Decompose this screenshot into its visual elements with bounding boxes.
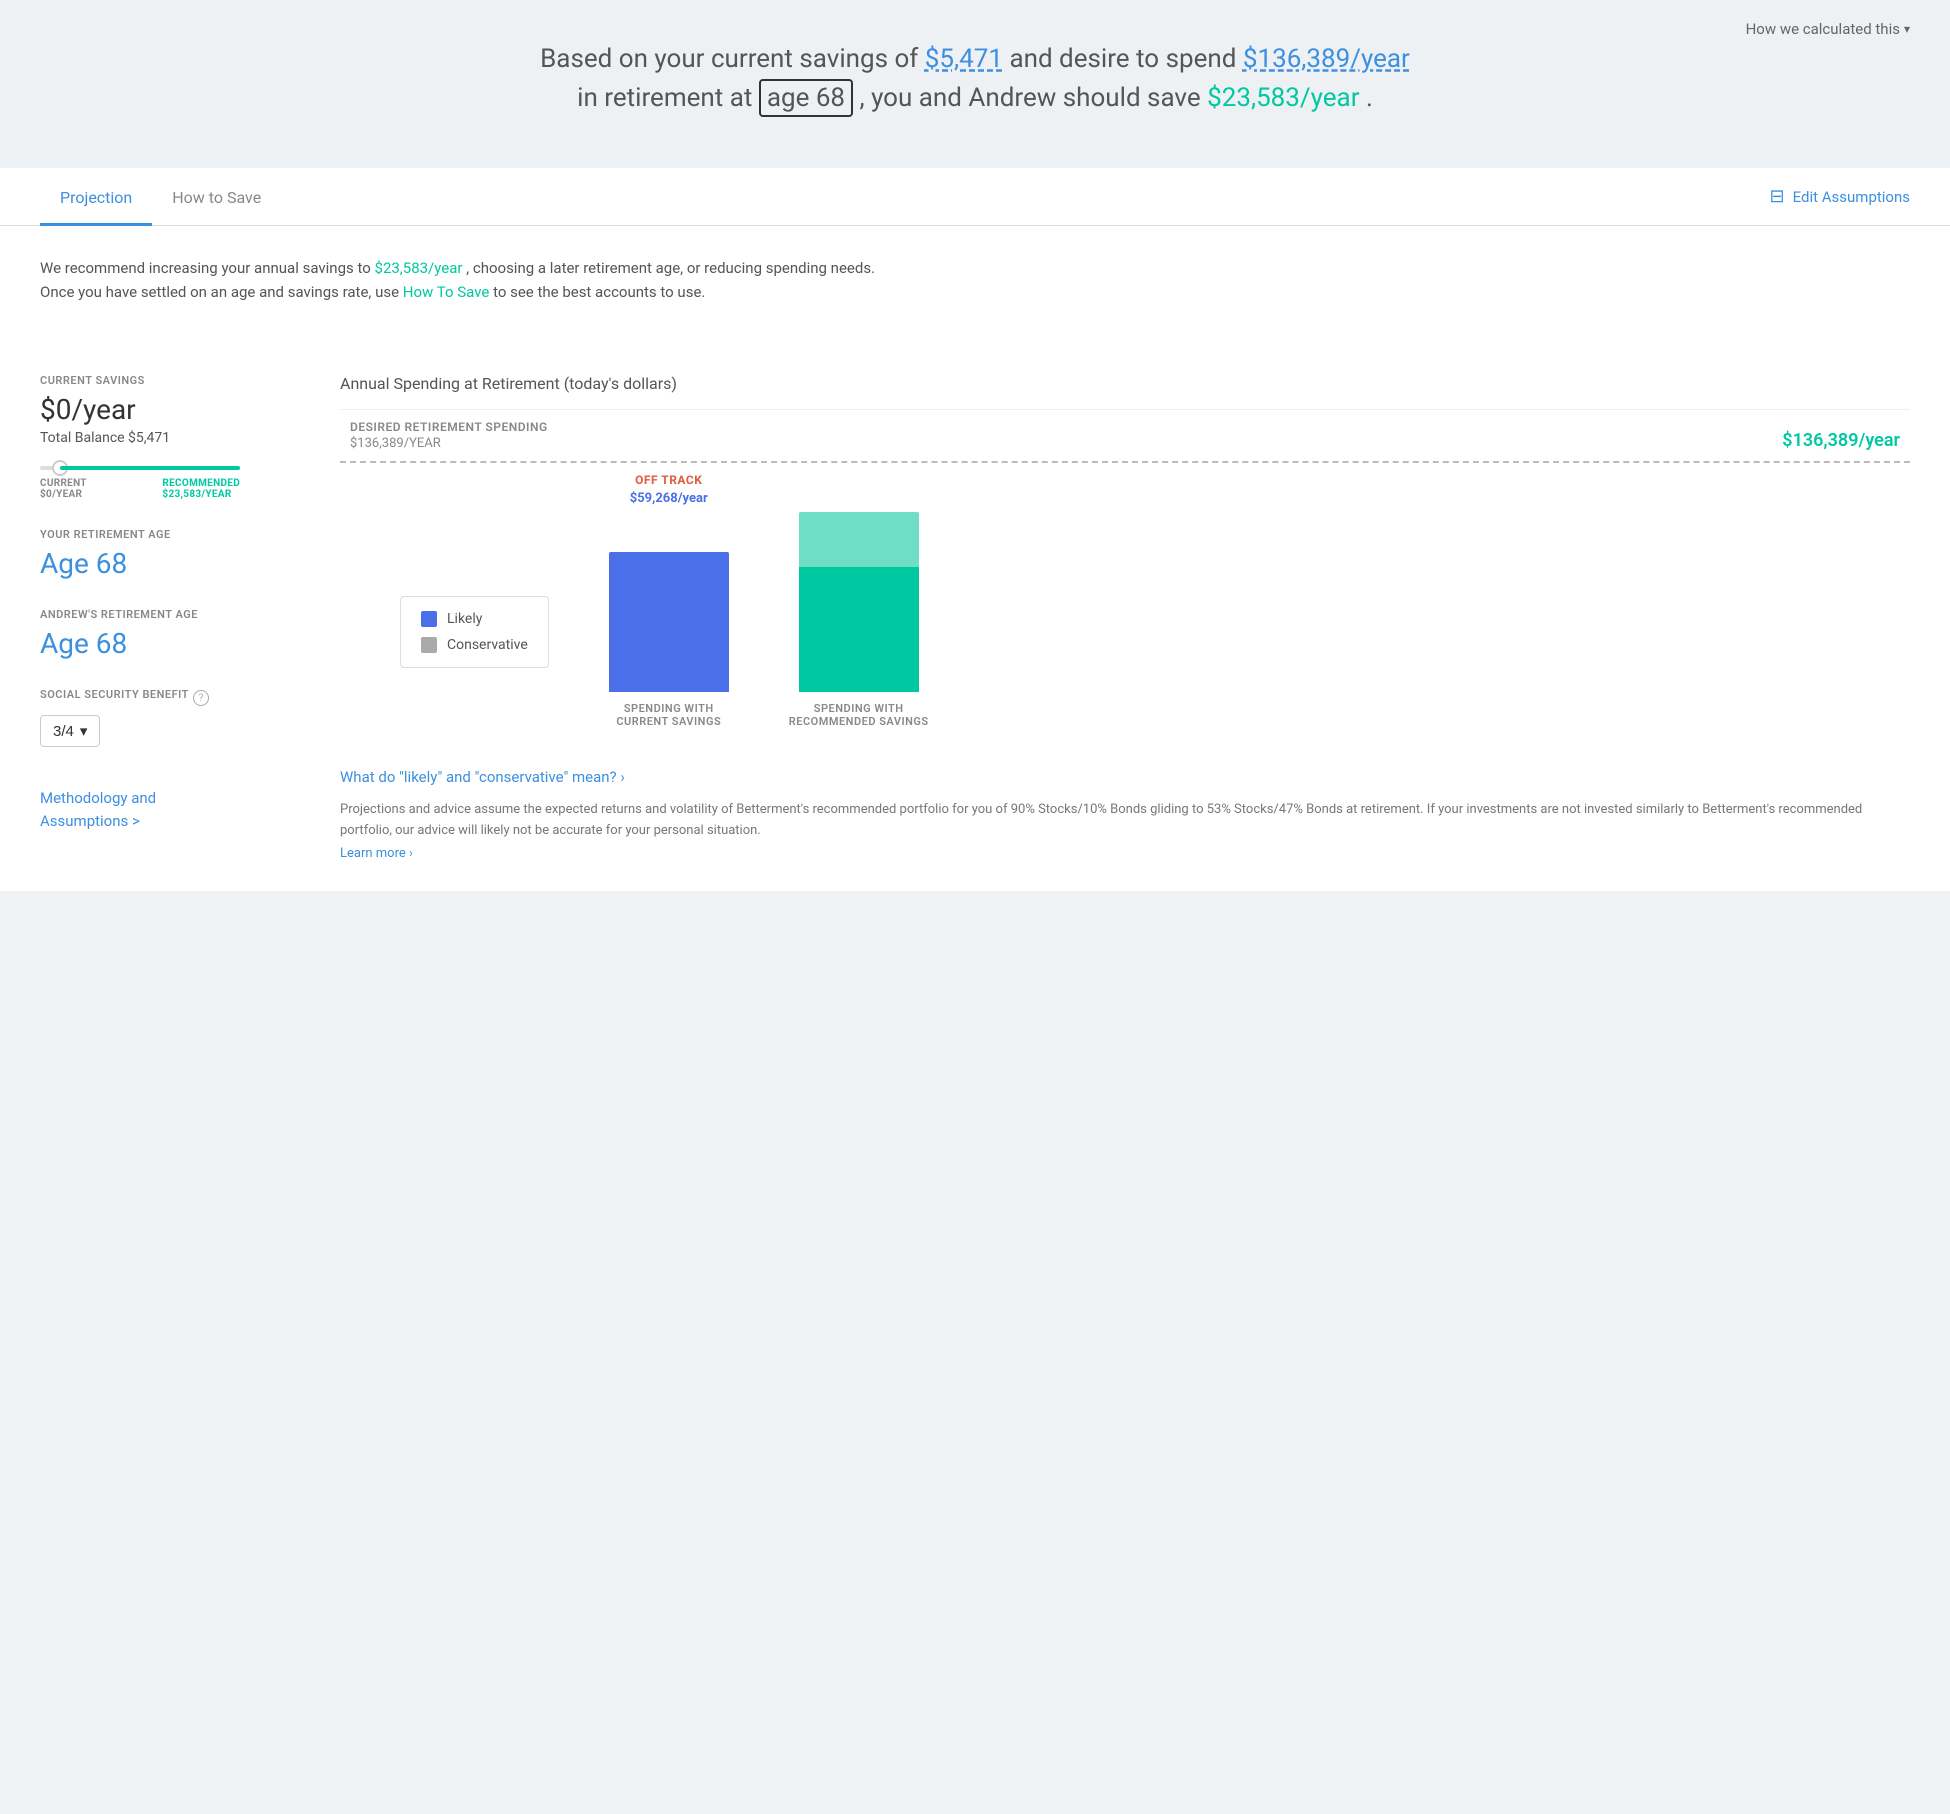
slider-track xyxy=(40,466,240,470)
desired-spending-line xyxy=(340,461,1910,463)
bar2-caption: SPENDING WITHRECOMMENDED SAVINGS xyxy=(789,702,929,728)
andrew-retirement-value: Age 68 xyxy=(40,627,300,660)
tab-how-to-save[interactable]: How to Save xyxy=(152,168,281,226)
legend-area: Likely Conservative xyxy=(400,586,549,728)
bar1-caption: SPENDING WITHCURRENT SAVINGS xyxy=(616,702,721,728)
social-security-section: SOCIAL SECURITY BENEFIT ? 3/4 ▾ xyxy=(40,688,300,747)
total-balance-label: Total Balance $5,471 xyxy=(40,430,300,446)
bar1-blue xyxy=(609,552,729,692)
sliders-icon: ⊟ xyxy=(1770,186,1785,207)
social-security-dropdown[interactable]: 3/4 ▾ xyxy=(40,715,100,747)
chart-title: Annual Spending at Retirement (today's d… xyxy=(340,374,1910,393)
current-savings-label: CURRENT SAVINGS xyxy=(40,374,300,387)
legend-conservative: Conservative xyxy=(421,637,528,653)
recommendation-text: We recommend increasing your annual savi… xyxy=(40,256,1910,304)
retirement-age-label: YOUR RETIREMENT AGE xyxy=(40,528,300,541)
slider-current-value: $0/YEAR xyxy=(40,489,87,500)
right-panel: Annual Spending at Retirement (today's d… xyxy=(340,374,1910,861)
bar-current-savings: OFF TRACK $59,268/year SPENDING WITHCURR… xyxy=(609,473,729,728)
projection-note: Projections and advice assume the expect… xyxy=(340,800,1910,842)
slider-fill xyxy=(60,466,240,470)
how-calculated-button[interactable]: How we calculated this ▾ xyxy=(1746,20,1910,38)
left-panel: CURRENT SAVINGS $0/year Total Balance $5… xyxy=(40,374,300,861)
what-likely-conservative-link[interactable]: What do "likely" and "conservative" mean… xyxy=(340,768,1910,786)
social-security-value: 3/4 xyxy=(53,723,74,740)
bar2-green-dark xyxy=(799,567,919,692)
savings-slider[interactable]: CURRENT $0/YEAR RECOMMENDED $23,583/YEAR xyxy=(40,466,300,500)
legend-likely: Likely xyxy=(421,611,528,627)
tab-projection[interactable]: Projection xyxy=(40,168,152,226)
bar1-status: OFF TRACK xyxy=(635,473,702,487)
slider-current-label: CURRENT xyxy=(40,478,87,489)
slider-labels: CURRENT $0/YEAR RECOMMENDED $23,583/YEAR xyxy=(40,478,240,500)
andrew-retirement-label: ANDREW'S RETIREMENT AGE xyxy=(40,608,300,621)
desired-spending-label: DESIRED RETIREMENT SPENDING xyxy=(350,420,548,434)
dropdown-chevron-icon: ▾ xyxy=(80,722,88,740)
retirement-age-badge: age 68 xyxy=(759,79,853,117)
question-icon[interactable]: ? xyxy=(193,690,209,706)
likely-label: Likely xyxy=(447,611,482,627)
chevron-down-icon: ▾ xyxy=(1904,22,1910,36)
how-to-save-link[interactable]: How To Save xyxy=(403,283,490,301)
tabs-bar: Projection How to Save ⊟ Edit Assumption… xyxy=(0,168,1950,226)
recommendation-amount: $23,583/year xyxy=(375,259,463,277)
desired-right-value: $136,389/year xyxy=(1782,430,1900,451)
recommendation-wrapper: We recommend increasing your annual savi… xyxy=(0,226,1950,344)
current-savings-value: $0/year xyxy=(40,393,300,426)
slider-recommended-label: RECOMMENDED xyxy=(162,478,240,489)
slider-recommended-value: $23,583/YEAR xyxy=(162,489,240,500)
header-section: How we calculated this ▾ Based on your c… xyxy=(0,0,1950,168)
conservative-label: Conservative xyxy=(447,637,528,653)
savings-amount-link[interactable]: $5,471 xyxy=(925,44,1003,74)
retirement-age-value: Age 68 xyxy=(40,547,300,580)
desired-spending-value: $136,389/YEAR xyxy=(350,436,548,451)
spend-amount-link[interactable]: $136,389/year xyxy=(1243,44,1410,74)
bar-recommended-savings: SPENDING WITHRECOMMENDED SAVINGS xyxy=(789,482,929,728)
methodology-link[interactable]: Methodology andAssumptions > xyxy=(40,787,300,832)
chart-container: DESIRED RETIREMENT SPENDING $136,389/YEA… xyxy=(340,409,1910,861)
conservative-swatch xyxy=(421,637,437,653)
likely-swatch xyxy=(421,611,437,627)
legend-box: Likely Conservative xyxy=(400,596,549,668)
bars-area: Likely Conservative OFF TRACK $59,268/ye… xyxy=(340,473,1910,748)
retirement-age-section: YOUR RETIREMENT AGE Age 68 xyxy=(40,528,300,580)
bar2-green-light xyxy=(799,512,919,567)
learn-more-link[interactable]: Learn more › xyxy=(340,846,413,861)
edit-assumptions-button[interactable]: ⊟ Edit Assumptions xyxy=(1770,186,1910,207)
andrew-retirement-section: ANDREW'S RETIREMENT AGE Age 68 xyxy=(40,608,300,660)
main-content: CURRENT SAVINGS $0/year Total Balance $5… xyxy=(0,344,1950,891)
header-description: Based on your current savings of $5,471 … xyxy=(525,40,1425,118)
recommended-savings-value: $23,583/year xyxy=(1207,83,1359,113)
social-security-label: SOCIAL SECURITY BENEFIT xyxy=(40,688,189,701)
current-savings-section: CURRENT SAVINGS $0/year Total Balance $5… xyxy=(40,374,300,500)
bar1-value: $59,268/year xyxy=(630,491,708,506)
